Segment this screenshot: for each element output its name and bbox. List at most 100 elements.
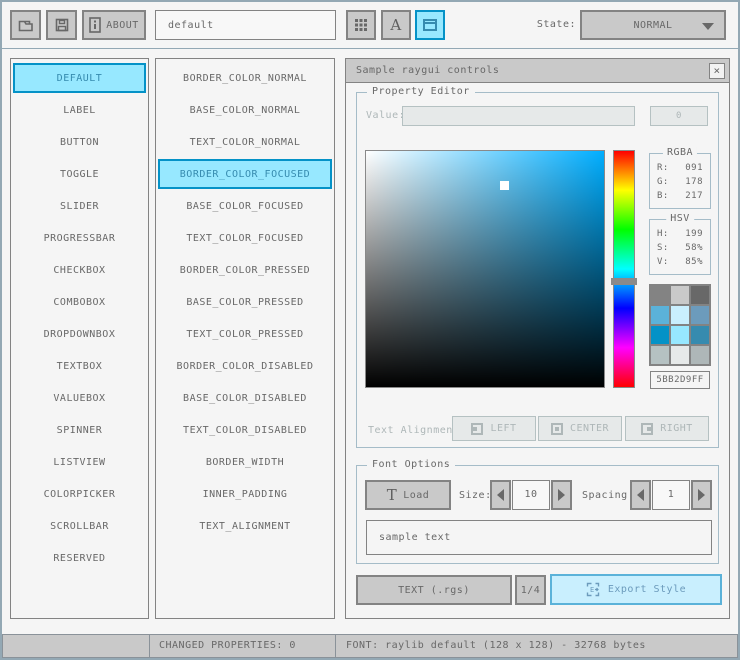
- align-right-button[interactable]: RIGHT: [625, 416, 709, 441]
- hsv-v-row: V: 85%: [657, 257, 703, 267]
- sample-text-textbox[interactable]: sample text: [366, 520, 712, 555]
- palette-swatch[interactable]: [671, 286, 689, 304]
- list-item-dropdownbox[interactable]: DROPDOWNBOX: [13, 319, 146, 349]
- open-file-button[interactable]: [10, 10, 41, 40]
- format-pager-button[interactable]: 1/4: [515, 575, 546, 605]
- file-export-icon: E: [586, 582, 600, 597]
- list-item-toggle[interactable]: TOGGLE: [13, 159, 146, 189]
- load-font-button[interactable]: T Load: [365, 480, 451, 510]
- close-icon: ×: [713, 64, 721, 77]
- palette-swatch[interactable]: [671, 306, 689, 324]
- rgba-r-row: R: 091: [657, 163, 703, 173]
- font-view-button[interactable]: A: [381, 10, 411, 40]
- value-input[interactable]: [402, 106, 635, 126]
- prop-item[interactable]: TEXT_ALIGNMENT: [158, 511, 332, 541]
- statusbar-changed-properties: CHANGED PROPERTIES: 0: [149, 634, 336, 658]
- rgba-group-label: RGBA: [662, 147, 698, 158]
- palette-swatch[interactable]: [691, 286, 709, 304]
- palette-swatch[interactable]: [691, 326, 709, 344]
- palette-swatch[interactable]: [651, 286, 669, 304]
- prop-item[interactable]: BASE_COLOR_NORMAL: [158, 95, 332, 125]
- state-dropdown[interactable]: NORMAL: [580, 10, 726, 40]
- about-button[interactable]: ABOUT: [82, 10, 146, 40]
- palette-swatch[interactable]: [651, 306, 669, 324]
- prop-item[interactable]: BASE_COLOR_DISABLED: [158, 383, 332, 413]
- spacing-label: Spacing:: [582, 490, 635, 501]
- prop-item[interactable]: INNER_PADDING: [158, 479, 332, 509]
- align-left-icon: [471, 422, 484, 435]
- hsv-s-value: 58%: [685, 243, 703, 253]
- align-center-button[interactable]: CENTER: [538, 416, 622, 441]
- window-titlebar[interactable]: Sample raygui controls ×: [346, 59, 729, 83]
- hex-value-textbox[interactable]: 5BB2D9FF: [650, 371, 710, 389]
- hue-slider[interactable]: [613, 150, 635, 388]
- palette-swatch[interactable]: [671, 346, 689, 364]
- list-item-slider[interactable]: SLIDER: [13, 191, 146, 221]
- controls-view-button[interactable]: [415, 10, 445, 40]
- export-format-button[interactable]: TEXT (.rgs): [356, 575, 512, 605]
- list-item-reserved[interactable]: RESERVED: [13, 543, 146, 573]
- palette-swatch[interactable]: [651, 346, 669, 364]
- color-saturation-value-panel[interactable]: [365, 150, 605, 388]
- prop-item[interactable]: TEXT_COLOR_FOCUSED: [158, 223, 332, 253]
- style-color-palette: [649, 284, 711, 366]
- list-item-button[interactable]: BUTTON: [13, 127, 146, 157]
- prop-item-selected[interactable]: BORDER_COLOR_FOCUSED: [158, 159, 332, 189]
- spacing-valuebox[interactable]: 1: [652, 480, 690, 510]
- list-item-scrollbar[interactable]: SCROLLBAR: [13, 511, 146, 541]
- size-valuebox[interactable]: 10: [512, 480, 550, 510]
- align-left-label: LEFT: [490, 423, 517, 434]
- value-button-label: 0: [676, 111, 682, 121]
- align-left-button[interactable]: LEFT: [452, 416, 536, 441]
- close-button[interactable]: ×: [709, 63, 725, 79]
- palette-swatch[interactable]: [671, 326, 689, 344]
- prop-item[interactable]: TEXT_COLOR_NORMAL: [158, 127, 332, 157]
- list-item-spinner[interactable]: SPINNER: [13, 415, 146, 445]
- palette-swatch[interactable]: [691, 346, 709, 364]
- chevron-down-icon: [702, 23, 714, 30]
- spacing-decrement-button[interactable]: [630, 480, 651, 510]
- palette-swatch[interactable]: [651, 326, 669, 344]
- align-center-icon: [550, 422, 563, 435]
- controls-listview: DEFAULT LABEL BUTTON TOGGLE SLIDER PROGR…: [10, 58, 149, 619]
- style-table-button[interactable]: [346, 10, 376, 40]
- properties-listview: BORDER_COLOR_NORMAL BASE_COLOR_NORMAL TE…: [155, 58, 335, 619]
- state-label: State:: [536, 19, 576, 30]
- list-item-textbox[interactable]: TEXTBOX: [13, 351, 146, 381]
- window-title: Sample raygui controls: [356, 65, 500, 76]
- hsv-h-row: H: 199: [657, 229, 703, 239]
- prop-item[interactable]: TEXT_COLOR_DISABLED: [158, 415, 332, 445]
- rgba-b-row: B: 217: [657, 191, 703, 201]
- prop-item[interactable]: BASE_COLOR_FOCUSED: [158, 191, 332, 221]
- list-item-label[interactable]: LABEL: [13, 95, 146, 125]
- prop-item[interactable]: TEXT_COLOR_PRESSED: [158, 319, 332, 349]
- list-item-colorpicker[interactable]: COLORPICKER: [13, 479, 146, 509]
- prop-item[interactable]: BORDER_WIDTH: [158, 447, 332, 477]
- value-button[interactable]: 0: [650, 106, 708, 126]
- size-increment-button[interactable]: [551, 480, 572, 510]
- align-right-label: RIGHT: [660, 423, 693, 434]
- list-item-progressbar[interactable]: PROGRESSBAR: [13, 223, 146, 253]
- align-right-icon: [641, 422, 654, 435]
- style-name-input[interactable]: [155, 10, 336, 40]
- save-file-button[interactable]: [46, 10, 77, 40]
- rgba-r-value: 091: [685, 163, 703, 173]
- rgba-g-row: G: 178: [657, 177, 703, 187]
- arrow-left-icon: [637, 489, 644, 501]
- hsv-h-value: 199: [685, 229, 703, 239]
- statusbar-left: [2, 634, 150, 658]
- prop-item[interactable]: BORDER_COLOR_NORMAL: [158, 63, 332, 93]
- list-item-valuebox[interactable]: VALUEBOX: [13, 383, 146, 413]
- list-item-default[interactable]: DEFAULT: [13, 63, 146, 93]
- export-style-button[interactable]: E Export Style: [550, 574, 722, 605]
- list-item-combobox[interactable]: COMBOBOX: [13, 287, 146, 317]
- prop-item[interactable]: BORDER_COLOR_PRESSED: [158, 255, 332, 285]
- prop-item[interactable]: BORDER_COLOR_DISABLED: [158, 351, 332, 381]
- spacing-increment-button[interactable]: [691, 480, 712, 510]
- prop-item[interactable]: BASE_COLOR_PRESSED: [158, 287, 332, 317]
- hue-slider-handle[interactable]: [611, 278, 637, 285]
- size-decrement-button[interactable]: [490, 480, 511, 510]
- list-item-listview[interactable]: LISTVIEW: [13, 447, 146, 477]
- palette-swatch[interactable]: [691, 306, 709, 324]
- list-item-checkbox[interactable]: CHECKBOX: [13, 255, 146, 285]
